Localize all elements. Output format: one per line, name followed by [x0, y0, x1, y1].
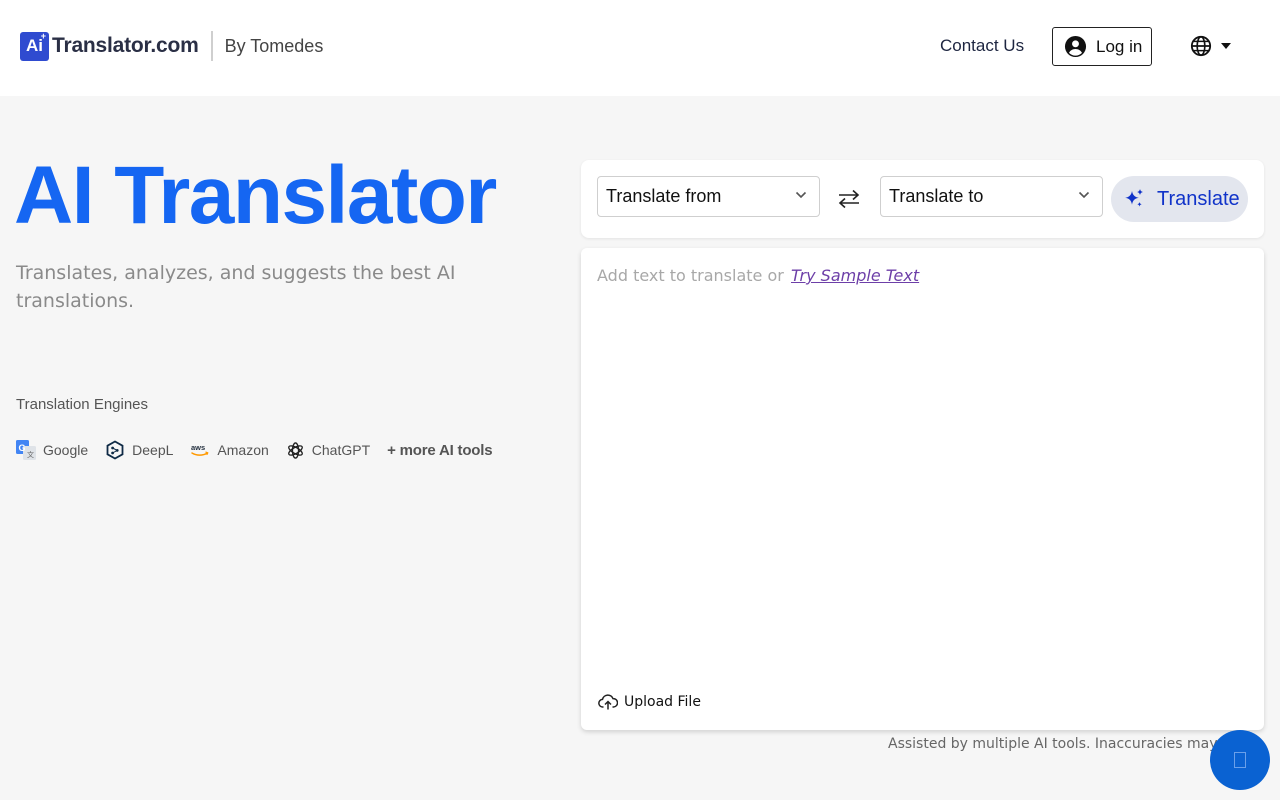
sparkles-icon [1125, 189, 1143, 207]
engine-chatgpt: ChatGPT [286, 441, 370, 460]
logo-text: Translator.com [52, 34, 199, 57]
target-language-label: Translate to [889, 186, 984, 206]
target-language-select[interactable]: Translate to [880, 176, 1103, 217]
svg-text:aws: aws [191, 443, 205, 452]
translate-button[interactable]: Translate [1111, 176, 1248, 222]
logo-mark-plus: + [40, 30, 46, 41]
logo-by-tomedes: By Tomedes [224, 35, 324, 56]
source-language-label: Translate from [606, 186, 722, 206]
cloud-upload-icon [598, 694, 618, 710]
engine-name: Amazon [217, 442, 269, 458]
engine-name: Google [43, 442, 89, 458]
language-switcher[interactable] [1190, 35, 1234, 57]
upload-file-button[interactable]: Upload File [598, 693, 701, 711]
globe-icon [1190, 35, 1212, 57]
chevron-down-icon [795, 191, 807, 199]
chat-icon [1234, 752, 1246, 768]
engine-deepl: DeepL [105, 440, 173, 460]
translate-button-label: Translate [1157, 187, 1240, 210]
engines-list: G 文 Google DeepL aws Amazon ChatGPT + mo… [16, 438, 493, 462]
svg-text:G: G [19, 443, 26, 453]
aws-icon: aws [191, 443, 209, 456]
more-ai-tools-link[interactable]: + more AI tools [387, 442, 492, 459]
user-circle-icon [1064, 35, 1087, 58]
engine-amazon: aws Amazon [190, 442, 268, 458]
logo-mark: Ai + [20, 30, 49, 61]
engine-name: DeepL [132, 442, 174, 458]
chat-widget-button[interactable] [1210, 730, 1270, 790]
logo-divider [210, 31, 213, 61]
svg-text:文: 文 [27, 450, 34, 459]
source-text-area[interactable]: Add text to translate or Try Sample Text… [581, 248, 1264, 730]
deepl-icon [106, 440, 124, 460]
page-title: AI Translator [14, 150, 497, 241]
caret-down-icon [1221, 43, 1231, 49]
source-text-placeholder: Add text to translate or [597, 266, 784, 285]
try-sample-text-link[interactable]: Try Sample Text [791, 266, 919, 285]
site-header: Ai + Translator.com By Tomedes Contact U… [0, 0, 1280, 96]
site-logo[interactable]: Ai + Translator.com By Tomedes [20, 31, 323, 61]
chatgpt-icon [287, 441, 303, 459]
login-label: Log in [1096, 36, 1143, 56]
upload-file-label: Upload File [624, 694, 701, 710]
google-translate-icon: G 文 [16, 440, 36, 460]
login-button[interactable]: Log in [1052, 27, 1152, 66]
page-subtitle: Translates, analyzes, and suggests the b… [16, 262, 456, 312]
engines-label: Translation Engines [16, 396, 149, 413]
translate-controls: Translate from Translate to Translate [581, 160, 1264, 238]
swap-languages-icon[interactable] [836, 187, 862, 211]
contact-us-link[interactable]: Contact Us [940, 36, 1024, 56]
source-language-select[interactable]: Translate from [597, 176, 820, 217]
engine-google: G 文 Google [16, 440, 88, 460]
ai-disclaimer: Assisted by multiple AI tools. Inaccurac… [888, 736, 1218, 752]
engine-name: ChatGPT [311, 442, 371, 458]
chevron-down-icon [1078, 191, 1090, 199]
